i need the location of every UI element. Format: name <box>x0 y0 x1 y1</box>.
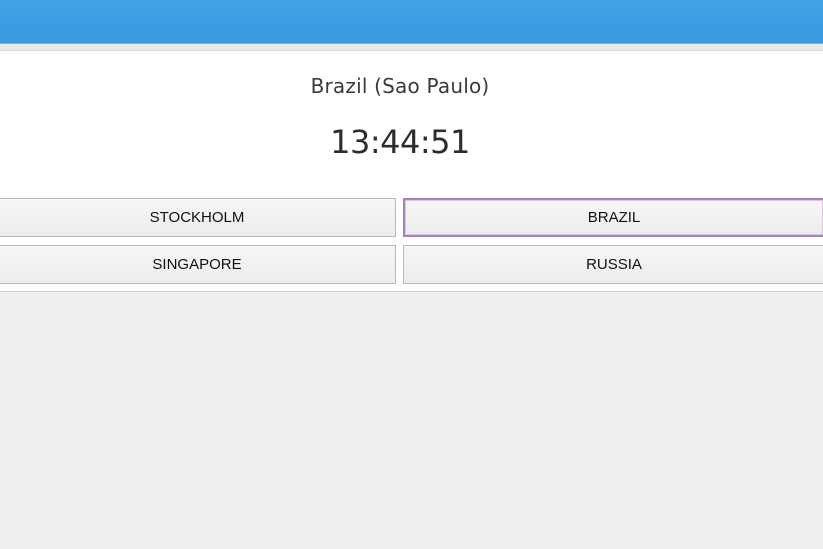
empty-content-area <box>0 292 823 549</box>
clock-time-display: 13:44:51 <box>330 123 470 161</box>
header-divider <box>0 44 823 51</box>
top-banner <box>0 0 823 44</box>
selected-city-title: Brazil (Sao Paulo) <box>310 74 490 98</box>
city-button-brazil[interactable]: BRAZIL <box>403 198 823 237</box>
city-button-stockholm[interactable]: STOCKHOLM <box>0 198 396 237</box>
city-button-russia[interactable]: RUSSIA <box>403 245 823 284</box>
city-button-singapore[interactable]: SINGAPORE <box>0 245 396 284</box>
